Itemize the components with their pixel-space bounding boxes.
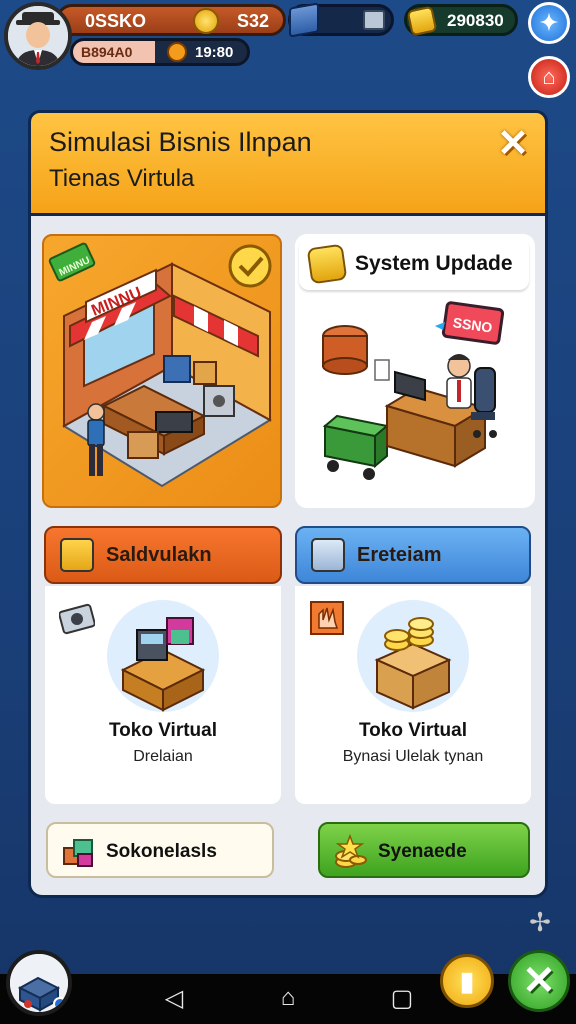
- player-sub-bar: B894A0 19:80: [70, 38, 250, 66]
- chest-icon: [289, 2, 319, 38]
- cash-register-icon: [311, 538, 345, 572]
- close-dialog-button[interactable]: ✕: [495, 125, 531, 163]
- virtual-shop-item-right[interactable]: Toko Virtual Bynasi Ulelak tynan: [295, 586, 531, 804]
- virtual-shop-card[interactable]: MINNU MINNU: [42, 234, 282, 508]
- office-illustration: SSNO: [322, 301, 505, 480]
- timer-value: 19:80: [195, 44, 234, 61]
- item-right-title: Toko Virtual: [358, 720, 468, 741]
- stock-button[interactable]: Sokonelasls: [46, 822, 274, 878]
- camera-icon: [59, 603, 95, 635]
- player-avatar[interactable]: [4, 2, 72, 70]
- virtual-shop-item-left[interactable]: Toko Virtual Drelaian: [45, 586, 281, 804]
- item-left-subtitle: Drelaian: [133, 748, 193, 765]
- system-update-header[interactable]: System Updade: [299, 238, 529, 290]
- trophy-icon: ▮: [459, 966, 475, 996]
- system-update-card[interactable]: System Updade SSNO: [295, 234, 535, 508]
- gold-ticket-icon: [406, 5, 438, 37]
- inventory-icon[interactable]: [363, 10, 385, 30]
- player-name-bar: 0SSKO S32: [56, 4, 286, 36]
- sparkle-icon: ✢: [529, 907, 551, 937]
- coin-icon: [193, 8, 219, 34]
- sales-tab-label: Saldvulakn: [106, 544, 212, 566]
- currency-count: 290830: [447, 11, 504, 30]
- clock-icon: [167, 42, 187, 62]
- businessman-avatar-icon: [8, 6, 68, 66]
- star-badge-icon: ✦: [539, 10, 559, 35]
- stock-button-label: Sokonelasls: [106, 841, 217, 862]
- player-name: 0SSKO: [85, 11, 147, 31]
- sales-tab[interactable]: Saldvulakn: [44, 526, 282, 584]
- dialog-subtitle: Tienas Virtula: [49, 165, 195, 192]
- nav-home-icon[interactable]: ⌂: [268, 984, 308, 1012]
- system-update-label: System Updade: [355, 252, 513, 275]
- nav-back-icon[interactable]: ◁: [154, 984, 194, 1013]
- confirm-close-button[interactable]: ✕: [508, 950, 570, 1012]
- item-right-subtitle: Bynasi Ulelak tynan: [342, 748, 484, 765]
- item-left-title: Toko Virtual: [108, 720, 218, 741]
- boxes-icon: [63, 839, 93, 867]
- currency-bar[interactable]: 290830: [404, 4, 518, 37]
- update-coin-icon: [306, 243, 348, 285]
- upgrade-button[interactable]: Syenaede: [318, 822, 530, 878]
- home-button[interactable]: ⌂: [528, 56, 570, 98]
- shop-illustration: MINNU MINNU: [48, 242, 272, 488]
- hand-icon: [310, 601, 344, 635]
- coins-star-icon: [335, 834, 367, 868]
- nav-recents-icon[interactable]: ▢: [382, 984, 422, 1013]
- coin-count: S32: [236, 11, 269, 31]
- player-id-label: B894A0: [73, 41, 155, 63]
- upgrade-button-label: Syenaede: [378, 841, 467, 862]
- chest-bar[interactable]: [288, 2, 394, 38]
- dialog-title: Simulasi Bisnis Ilnpan: [49, 127, 312, 157]
- trophy-button[interactable]: ▮: [440, 954, 494, 1008]
- truck-icon: [10, 954, 68, 1012]
- item-image-circle: [357, 600, 469, 712]
- register-desk-icon: [120, 617, 206, 712]
- home-icon: ⌂: [542, 64, 556, 89]
- operations-tab[interactable]: Ereteiam: [295, 526, 531, 584]
- achievements-button[interactable]: ✦: [528, 2, 570, 44]
- folder-icon: [60, 538, 94, 572]
- close-icon: ✕: [522, 959, 556, 1003]
- dialog-header: Simulasi Bisnis Ilnpan Tienas Virtula ✕: [28, 110, 548, 216]
- shop-avatar-button[interactable]: [6, 950, 72, 1016]
- operations-tab-label: Ereteiam: [357, 544, 442, 566]
- coin-box-icon: [374, 617, 452, 710]
- item-image-circle: [107, 600, 219, 712]
